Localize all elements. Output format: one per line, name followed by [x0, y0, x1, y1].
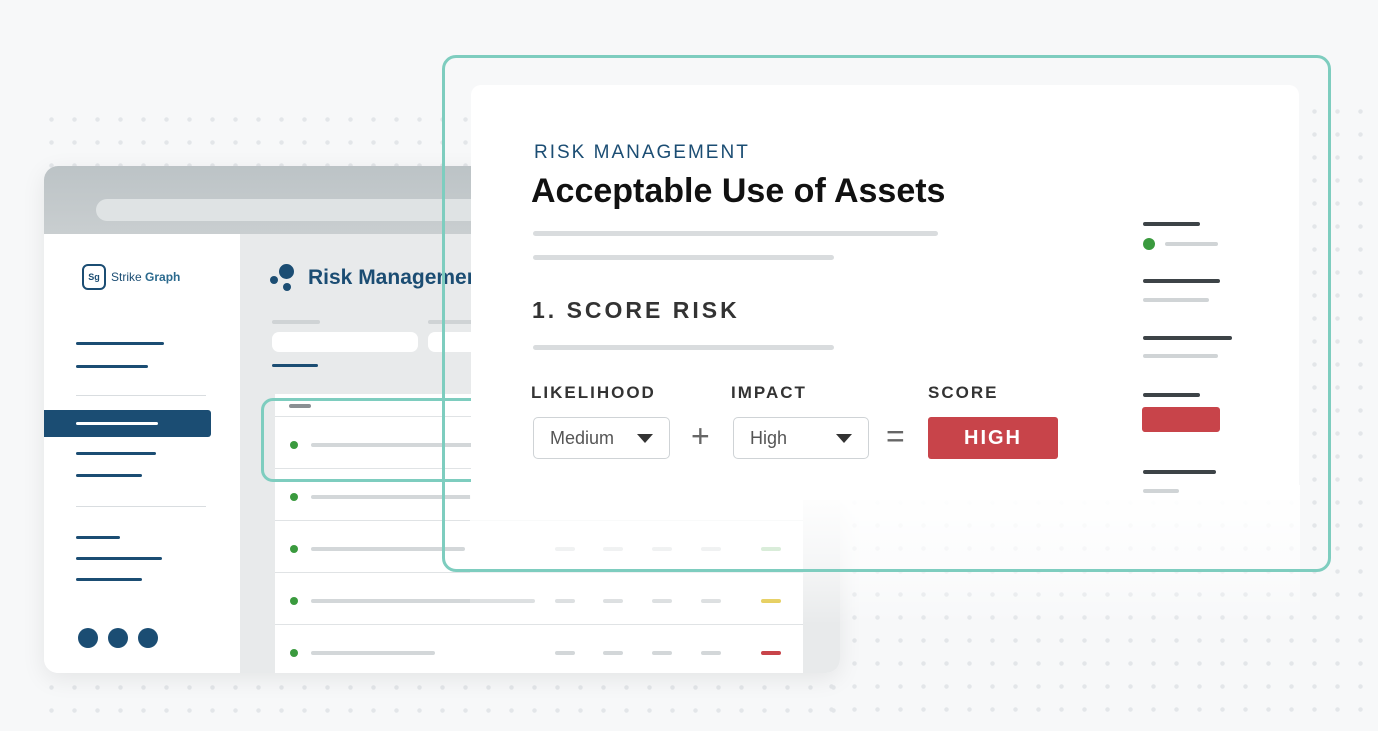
row-cell — [555, 651, 575, 655]
logo-mark: Sg — [82, 264, 106, 290]
strike-graph-logo[interactable]: Sg Strike Graph — [82, 264, 180, 290]
sidebar-divider — [76, 395, 206, 396]
highlight-frame — [442, 55, 1331, 572]
sidebar-divider — [76, 506, 206, 507]
sidebar-nav-item[interactable] — [76, 365, 148, 368]
background-dot-pattern — [40, 108, 470, 168]
sidebar-nav-item[interactable] — [76, 474, 142, 477]
sidebar-nav-item[interactable] — [76, 342, 164, 345]
status-dot — [290, 649, 298, 657]
row-cell — [652, 651, 672, 655]
row-cell — [701, 651, 721, 655]
row-status — [761, 651, 781, 655]
sidebar-nav-item[interactable] — [76, 536, 120, 539]
row-cell — [603, 651, 623, 655]
status-dot — [290, 597, 298, 605]
background-dot-pattern — [40, 676, 840, 726]
status-dot — [290, 545, 298, 553]
more-options-icon[interactable] — [78, 628, 158, 648]
sidebar-nav-item[interactable] — [76, 452, 156, 455]
sidebar-nav-item-label — [76, 422, 158, 425]
active-tab-indicator — [272, 364, 318, 367]
status-dot — [290, 493, 298, 501]
sidebar-nav-item-active[interactable] — [44, 410, 211, 437]
sidebar: Sg Strike Graph — [44, 234, 240, 673]
filter-input[interactable] — [272, 332, 418, 352]
table-row[interactable] — [275, 624, 803, 673]
row-title — [311, 651, 435, 655]
sidebar-nav-item[interactable] — [76, 557, 162, 560]
sidebar-nav-item[interactable] — [76, 578, 142, 581]
risk-cluster-icon — [270, 264, 298, 292]
filter-label — [272, 320, 320, 324]
logo-text: Strike Graph — [111, 270, 181, 284]
